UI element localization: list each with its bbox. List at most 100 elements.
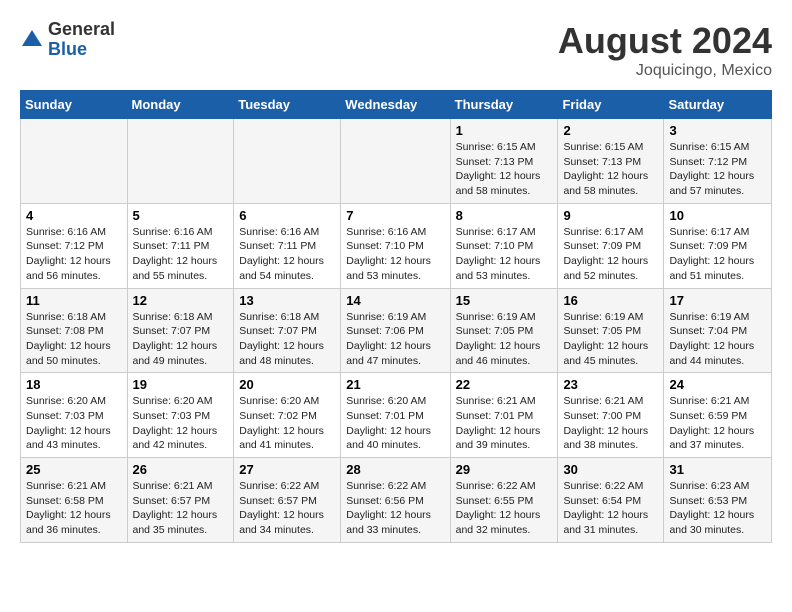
day-info: Sunrise: 6:23 AM Sunset: 6:53 PM Dayligh… <box>669 479 766 538</box>
day-number: 6 <box>239 208 335 223</box>
logo-blue: Blue <box>48 40 115 60</box>
day-cell <box>341 119 450 204</box>
calendar-body: 1 Sunrise: 6:15 AM Sunset: 7:13 PM Daylig… <box>21 119 772 543</box>
day-cell: 23Sunrise: 6:21 AM Sunset: 7:00 PM Dayli… <box>558 373 664 458</box>
logo-text: General Blue <box>48 20 115 60</box>
day-cell: 15 Sunrise: 6:19 AM Sunset: 7:05 PM Dayli… <box>450 288 558 373</box>
day-cell: 26 Sunrise: 6:21 AM Sunset: 6:57 PM Dayli… <box>127 458 234 543</box>
day-cell: 16Sunrise: 6:19 AM Sunset: 7:05 PM Dayli… <box>558 288 664 373</box>
day-info: Sunrise: 6:16 AM Sunset: 7:11 PM Dayligh… <box>133 225 229 284</box>
day-info: Sunrise: 6:21 AM Sunset: 6:59 PM Dayligh… <box>669 394 766 453</box>
day-number: 8 <box>456 208 553 223</box>
day-number: 13 <box>239 293 335 308</box>
week-row-3: 11 Sunrise: 6:18 AM Sunset: 7:08 PM Dayli… <box>21 288 772 373</box>
day-number: 10 <box>669 208 766 223</box>
day-number: 26 <box>133 462 229 477</box>
day-number: 25 <box>26 462 122 477</box>
day-info: Sunrise: 6:20 AM Sunset: 7:02 PM Dayligh… <box>239 394 335 453</box>
day-number: 15 <box>456 293 553 308</box>
header-cell-monday: Monday <box>127 91 234 119</box>
day-number: 1 <box>456 123 553 138</box>
day-info: Sunrise: 6:15 AM Sunset: 7:13 PM Dayligh… <box>563 140 658 199</box>
day-info: Sunrise: 6:18 AM Sunset: 7:07 PM Dayligh… <box>239 310 335 369</box>
day-cell: 10 Sunrise: 6:17 AM Sunset: 7:09 PM Dayli… <box>664 203 772 288</box>
day-info: Sunrise: 6:22 AM Sunset: 6:55 PM Dayligh… <box>456 479 553 538</box>
day-info: Sunrise: 6:19 AM Sunset: 7:04 PM Dayligh… <box>669 310 766 369</box>
day-number: 17 <box>669 293 766 308</box>
day-info: Sunrise: 6:19 AM Sunset: 7:05 PM Dayligh… <box>563 310 658 369</box>
calendar-table: SundayMondayTuesdayWednesdayThursdayFrid… <box>20 90 772 543</box>
day-cell: 2 Sunrise: 6:15 AM Sunset: 7:13 PM Daylig… <box>558 119 664 204</box>
day-cell: 27 Sunrise: 6:22 AM Sunset: 6:57 PM Dayli… <box>234 458 341 543</box>
day-info: Sunrise: 6:19 AM Sunset: 7:06 PM Dayligh… <box>346 310 444 369</box>
day-cell: 5Sunrise: 6:16 AM Sunset: 7:11 PM Daylig… <box>127 203 234 288</box>
day-number: 3 <box>669 123 766 138</box>
day-cell: 12Sunrise: 6:18 AM Sunset: 7:07 PM Dayli… <box>127 288 234 373</box>
day-cell: 22Sunrise: 6:21 AM Sunset: 7:01 PM Dayli… <box>450 373 558 458</box>
day-number: 2 <box>563 123 658 138</box>
week-row-4: 18 Sunrise: 6:20 AM Sunset: 7:03 PM Dayli… <box>21 373 772 458</box>
day-info: Sunrise: 6:21 AM Sunset: 7:01 PM Dayligh… <box>456 394 553 453</box>
day-info: Sunrise: 6:19 AM Sunset: 7:05 PM Dayligh… <box>456 310 553 369</box>
day-number: 28 <box>346 462 444 477</box>
day-info: Sunrise: 6:17 AM Sunset: 7:09 PM Dayligh… <box>563 225 658 284</box>
day-number: 30 <box>563 462 658 477</box>
day-cell: 17 Sunrise: 6:19 AM Sunset: 7:04 PM Dayli… <box>664 288 772 373</box>
day-cell: 28 Sunrise: 6:22 AM Sunset: 6:56 PM Dayli… <box>341 458 450 543</box>
day-info: Sunrise: 6:16 AM Sunset: 7:12 PM Dayligh… <box>26 225 122 284</box>
day-cell <box>127 119 234 204</box>
day-cell: 7 Sunrise: 6:16 AM Sunset: 7:10 PM Daylig… <box>341 203 450 288</box>
day-cell: 9 Sunrise: 6:17 AM Sunset: 7:09 PM Daylig… <box>558 203 664 288</box>
day-cell: 13 Sunrise: 6:18 AM Sunset: 7:07 PM Dayli… <box>234 288 341 373</box>
day-number: 24 <box>669 377 766 392</box>
day-cell: 29Sunrise: 6:22 AM Sunset: 6:55 PM Dayli… <box>450 458 558 543</box>
day-info: Sunrise: 6:21 AM Sunset: 6:57 PM Dayligh… <box>133 479 229 538</box>
day-cell: 8Sunrise: 6:17 AM Sunset: 7:10 PM Daylig… <box>450 203 558 288</box>
day-info: Sunrise: 6:17 AM Sunset: 7:09 PM Dayligh… <box>669 225 766 284</box>
header-cell-friday: Friday <box>558 91 664 119</box>
day-cell: 18 Sunrise: 6:20 AM Sunset: 7:03 PM Dayli… <box>21 373 128 458</box>
day-cell <box>234 119 341 204</box>
day-info: Sunrise: 6:16 AM Sunset: 7:10 PM Dayligh… <box>346 225 444 284</box>
day-info: Sunrise: 6:20 AM Sunset: 7:01 PM Dayligh… <box>346 394 444 453</box>
header-cell-wednesday: Wednesday <box>341 91 450 119</box>
day-number: 14 <box>346 293 444 308</box>
day-cell: 25Sunrise: 6:21 AM Sunset: 6:58 PM Dayli… <box>21 458 128 543</box>
page-header: General Blue August 2024 Joquicingo, Mex… <box>20 20 772 80</box>
header-cell-saturday: Saturday <box>664 91 772 119</box>
day-info: Sunrise: 6:18 AM Sunset: 7:07 PM Dayligh… <box>133 310 229 369</box>
subtitle: Joquicingo, Mexico <box>558 62 772 80</box>
day-info: Sunrise: 6:22 AM Sunset: 6:54 PM Dayligh… <box>563 479 658 538</box>
day-info: Sunrise: 6:22 AM Sunset: 6:57 PM Dayligh… <box>239 479 335 538</box>
week-row-1: 1 Sunrise: 6:15 AM Sunset: 7:13 PM Daylig… <box>21 119 772 204</box>
day-cell: 1 Sunrise: 6:15 AM Sunset: 7:13 PM Daylig… <box>450 119 558 204</box>
title-block: August 2024 Joquicingo, Mexico <box>558 20 772 80</box>
day-cell: 14 Sunrise: 6:19 AM Sunset: 7:06 PM Dayli… <box>341 288 450 373</box>
day-cell <box>21 119 128 204</box>
day-info: Sunrise: 6:20 AM Sunset: 7:03 PM Dayligh… <box>26 394 122 453</box>
day-number: 4 <box>26 208 122 223</box>
day-cell: 6 Sunrise: 6:16 AM Sunset: 7:11 PM Daylig… <box>234 203 341 288</box>
week-row-2: 4 Sunrise: 6:16 AM Sunset: 7:12 PM Daylig… <box>21 203 772 288</box>
day-number: 27 <box>239 462 335 477</box>
day-info: Sunrise: 6:15 AM Sunset: 7:13 PM Dayligh… <box>456 140 553 199</box>
day-cell: 24 Sunrise: 6:21 AM Sunset: 6:59 PM Dayli… <box>664 373 772 458</box>
logo: General Blue <box>20 20 115 60</box>
header-row: SundayMondayTuesdayWednesdayThursdayFrid… <box>21 91 772 119</box>
day-info: Sunrise: 6:20 AM Sunset: 7:03 PM Dayligh… <box>133 394 229 453</box>
day-number: 11 <box>26 293 122 308</box>
day-number: 9 <box>563 208 658 223</box>
day-cell: 4 Sunrise: 6:16 AM Sunset: 7:12 PM Daylig… <box>21 203 128 288</box>
day-number: 31 <box>669 462 766 477</box>
day-info: Sunrise: 6:22 AM Sunset: 6:56 PM Dayligh… <box>346 479 444 538</box>
day-cell: 11 Sunrise: 6:18 AM Sunset: 7:08 PM Dayli… <box>21 288 128 373</box>
main-title: August 2024 <box>558 20 772 62</box>
day-number: 18 <box>26 377 122 392</box>
day-cell: 21Sunrise: 6:20 AM Sunset: 7:01 PM Dayli… <box>341 373 450 458</box>
day-number: 7 <box>346 208 444 223</box>
day-number: 20 <box>239 377 335 392</box>
day-cell: 31 Sunrise: 6:23 AM Sunset: 6:53 PM Dayli… <box>664 458 772 543</box>
day-info: Sunrise: 6:16 AM Sunset: 7:11 PM Dayligh… <box>239 225 335 284</box>
day-info: Sunrise: 6:18 AM Sunset: 7:08 PM Dayligh… <box>26 310 122 369</box>
logo-general: General <box>48 20 115 40</box>
